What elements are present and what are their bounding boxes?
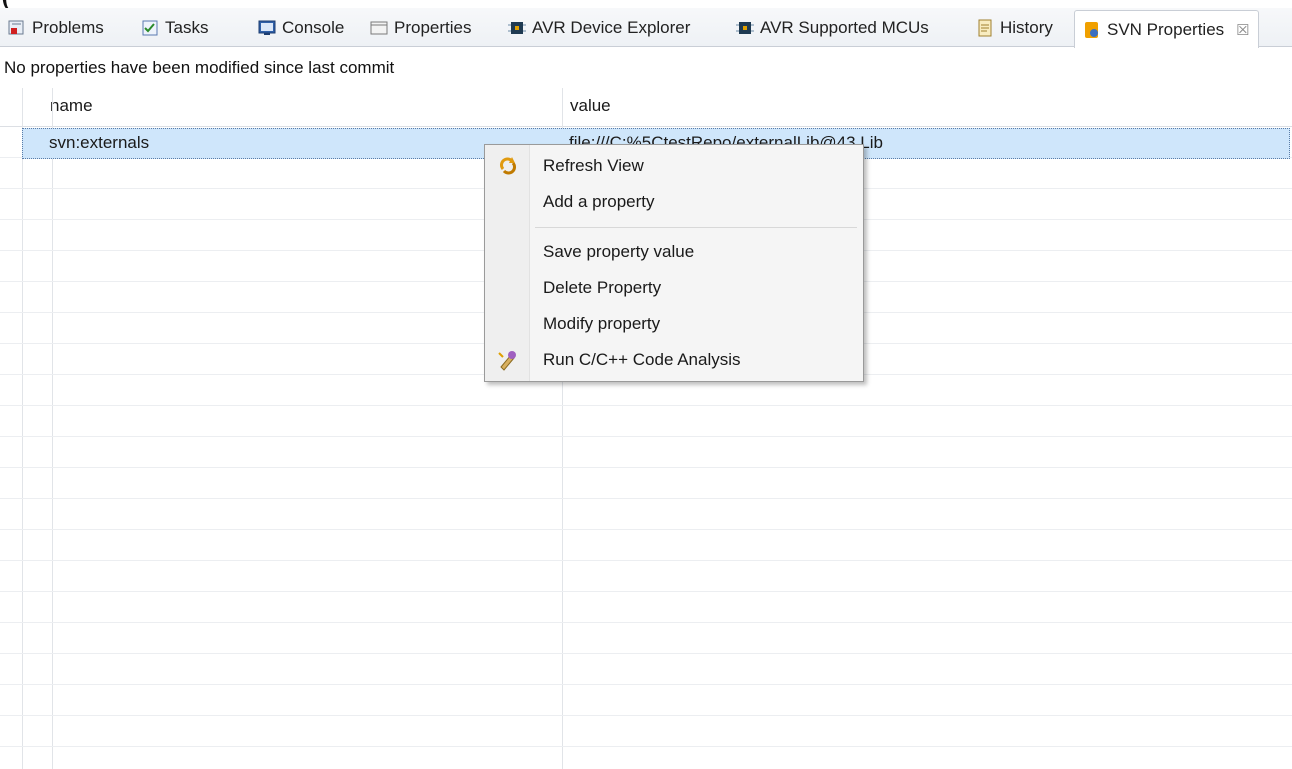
clipped-caption: ( <box>0 0 14 16</box>
row-line <box>0 467 1292 468</box>
row-line <box>0 529 1292 530</box>
tab-avr-supported-mcus[interactable]: AVR Supported MCUs <box>736 12 929 44</box>
menu-item-delete-property[interactable]: Delete Property <box>485 271 861 305</box>
property-name-cell: svn:externals <box>49 133 150 152</box>
history-icon <box>976 19 994 37</box>
menu-separator <box>535 227 857 228</box>
properties-icon <box>370 19 388 37</box>
row-line <box>0 715 1292 716</box>
column-divider <box>52 88 53 769</box>
column-divider <box>22 88 23 769</box>
menu-item-save-property-value[interactable]: Save property value <box>485 235 861 269</box>
tasks-icon <box>141 19 159 37</box>
tab-svn-properties[interactable]: SVN Properties ☒ <box>1074 10 1259 48</box>
row-line <box>0 684 1292 685</box>
row-line <box>0 622 1292 623</box>
row-line <box>0 498 1292 499</box>
row-line <box>0 405 1292 406</box>
tab-problems[interactable]: Problems <box>8 12 104 44</box>
tab-avr-device-explorer[interactable]: AVR Device Explorer <box>508 12 690 44</box>
svn-icon <box>1083 21 1101 39</box>
table-header: name value <box>0 88 1292 127</box>
row-line <box>0 436 1292 437</box>
console-icon <box>258 19 276 37</box>
menu-item-run-code-analysis[interactable]: Run C/C++ Code Analysis <box>485 343 861 377</box>
menu-item-refresh-view[interactable]: Refresh View <box>485 149 861 183</box>
menu-item-add-property[interactable]: Add a property <box>485 185 861 219</box>
code-analysis-icon <box>497 349 519 371</box>
tab-properties[interactable]: Properties <box>370 12 471 44</box>
chip-icon <box>508 19 526 37</box>
row-line <box>0 653 1292 654</box>
view-tab-bar: Problems Tasks Console Properties AVR De… <box>0 8 1292 48</box>
column-header-name[interactable]: name <box>50 96 93 116</box>
problems-icon <box>8 19 26 37</box>
context-menu: Refresh View Add a property Save propert… <box>484 144 864 382</box>
chip-icon <box>736 19 754 37</box>
status-message: No properties have been modified since l… <box>4 58 395 77</box>
column-header-value[interactable]: value <box>570 96 611 116</box>
menu-item-modify-property[interactable]: Modify property <box>485 307 861 341</box>
refresh-icon <box>497 155 519 177</box>
row-line <box>0 746 1292 747</box>
row-line <box>0 560 1292 561</box>
tab-console[interactable]: Console <box>258 12 344 44</box>
row-line <box>0 591 1292 592</box>
close-icon[interactable]: ☒ <box>1236 21 1249 39</box>
tab-history[interactable]: History <box>976 12 1053 44</box>
tab-tasks[interactable]: Tasks <box>141 12 208 44</box>
